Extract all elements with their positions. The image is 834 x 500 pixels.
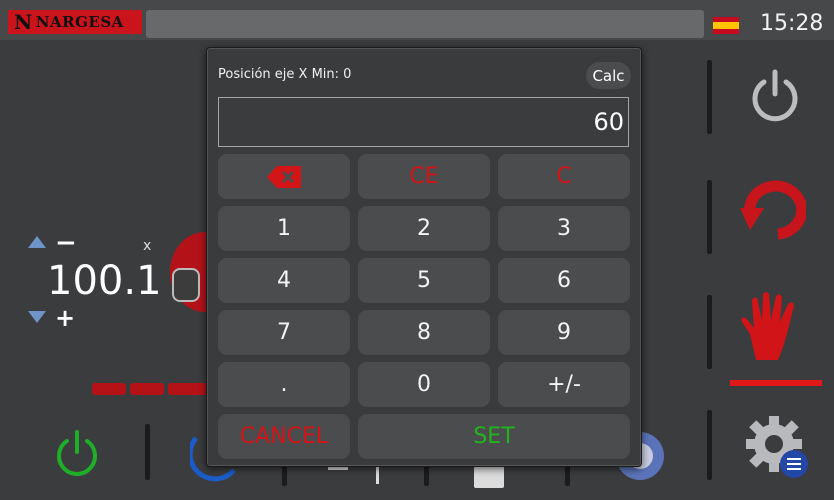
increase-button[interactable]: + (55, 304, 75, 332)
backspace-button[interactable] (218, 154, 350, 199)
key-4[interactable]: 4 (218, 258, 350, 303)
key-0[interactable]: 0 (358, 362, 490, 407)
clear-entry-button[interactable]: CE (358, 154, 490, 199)
key-9[interactable]: 9 (498, 310, 630, 355)
value-display[interactable]: 60 (218, 97, 629, 147)
gear-icon[interactable] (744, 414, 810, 480)
key-1[interactable]: 1 (218, 206, 350, 251)
segment-indicator (130, 383, 164, 395)
divider (707, 60, 712, 134)
key-decimal[interactable]: . (218, 362, 350, 407)
top-bar: N NARGESA 15:28 (0, 0, 834, 40)
divider (707, 295, 712, 369)
key-5[interactable]: 5 (358, 258, 490, 303)
clear-button[interactable]: C (498, 154, 630, 199)
clock: 15:28 (760, 11, 824, 36)
power-icon[interactable] (52, 426, 102, 478)
brand-logo: N NARGESA (8, 10, 142, 34)
active-indicator (730, 380, 822, 386)
hand-stop-icon[interactable] (738, 290, 804, 362)
arrow-down-icon[interactable] (28, 311, 46, 323)
add-icon[interactable] (474, 464, 504, 488)
calc-button[interactable]: Calc (586, 62, 631, 89)
dialog-title: Posición eje X Min: 0 (218, 67, 352, 82)
divider (707, 410, 712, 480)
set-button[interactable]: SET (358, 414, 630, 459)
key-7[interactable]: 7 (218, 310, 350, 355)
refresh-icon[interactable] (738, 178, 806, 242)
key-6[interactable]: 6 (498, 258, 630, 303)
decrease-button[interactable]: − (55, 228, 77, 258)
segment-indicator (92, 383, 126, 395)
key-2[interactable]: 2 (358, 206, 490, 251)
key-8[interactable]: 8 (358, 310, 490, 355)
axis-label: x (143, 238, 152, 254)
roller-hub-icon (172, 268, 200, 302)
spain-flag-icon[interactable] (713, 17, 739, 34)
title-bar (146, 10, 704, 38)
divider (707, 180, 712, 254)
axis-position-value: 100.1 (47, 258, 162, 304)
brand-name: NARGESA (35, 13, 124, 31)
key-sign[interactable]: +/- (498, 362, 630, 407)
brand-mark: N (14, 10, 33, 34)
divider (145, 424, 150, 480)
backspace-icon (267, 165, 301, 188)
arrow-up-icon[interactable] (28, 236, 46, 248)
segment-indicator (168, 383, 208, 395)
key-3[interactable]: 3 (498, 206, 630, 251)
power-icon[interactable] (748, 68, 802, 122)
numeric-input-dialog: Posición eje X Min: 0 Calc 60 CE C 1 2 3… (206, 47, 642, 467)
cancel-button[interactable]: CANCEL (218, 414, 350, 459)
